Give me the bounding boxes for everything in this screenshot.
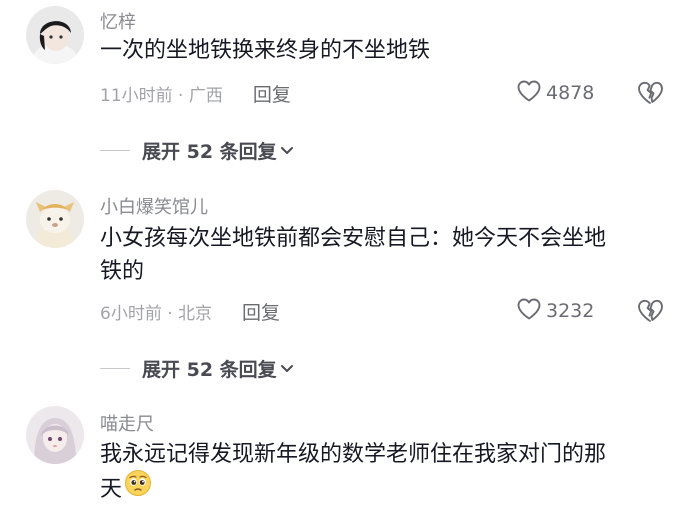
expand-replies-label: 展开 52 条回复	[142, 358, 277, 381]
username[interactable]: 忆梓	[100, 8, 136, 34]
comment-text-line: 一次的坐地铁换来终身的不坐地铁	[100, 38, 431, 63]
divider	[100, 367, 130, 369]
comment-meta: 11小时前 · 广西 回复	[100, 80, 291, 107]
like-button[interactable]: 3232	[516, 297, 594, 325]
username[interactable]: 喵走尺	[100, 410, 154, 436]
like-button[interactable]: 4878	[516, 79, 594, 107]
like-count: 3232	[546, 300, 595, 322]
reply-button[interactable]: 回复	[253, 80, 291, 107]
chevron-down-icon	[280, 359, 294, 378]
like-count: 4878	[546, 82, 595, 104]
comment-text: 我永远记得发现新年级的数学老师住在我家对门的那 天	[100, 438, 670, 509]
comment-text-line: 我永远记得发现新年级的数学老师住在我家对门的那	[100, 442, 607, 467]
comment-meta: 6小时前 · 北京 回复	[100, 298, 280, 325]
heart-outline-icon	[516, 79, 542, 107]
time-location: 6小时前 · 北京	[100, 303, 213, 324]
dislike-button[interactable]	[636, 80, 666, 108]
comment-text-tail: 天	[100, 477, 123, 502]
chevron-down-icon	[280, 141, 294, 160]
expand-replies-button[interactable]: 展开 52 条回复	[100, 137, 294, 163]
avatar[interactable]	[26, 190, 84, 248]
time-location: 11小时前 · 广西	[100, 85, 223, 106]
comment-text: 小女孩每次坐地铁前都会安慰自己：她今天不会坐地 铁的	[100, 222, 670, 288]
pleading-face-emoji-icon	[124, 469, 152, 507]
comment-text-line: 铁的	[100, 259, 145, 284]
broken-heart-icon	[636, 299, 664, 328]
comment-text-line: 小女孩每次坐地铁前都会安慰自己：她今天不会坐地	[100, 226, 607, 251]
reply-button[interactable]: 回复	[242, 298, 280, 325]
username[interactable]: 小白爆笑馆儿	[100, 193, 208, 219]
avatar[interactable]	[26, 406, 84, 464]
expand-replies-label: 展开 52 条回复	[142, 140, 277, 163]
divider	[100, 149, 130, 151]
broken-heart-icon	[636, 81, 664, 110]
expand-replies-button[interactable]: 展开 52 条回复	[100, 355, 294, 381]
heart-outline-icon	[516, 297, 542, 325]
avatar[interactable]	[26, 6, 84, 64]
comment-text: 一次的坐地铁换来终身的不坐地铁	[100, 34, 670, 67]
dislike-button[interactable]	[636, 298, 666, 326]
comment-text-line: 天	[100, 469, 670, 509]
